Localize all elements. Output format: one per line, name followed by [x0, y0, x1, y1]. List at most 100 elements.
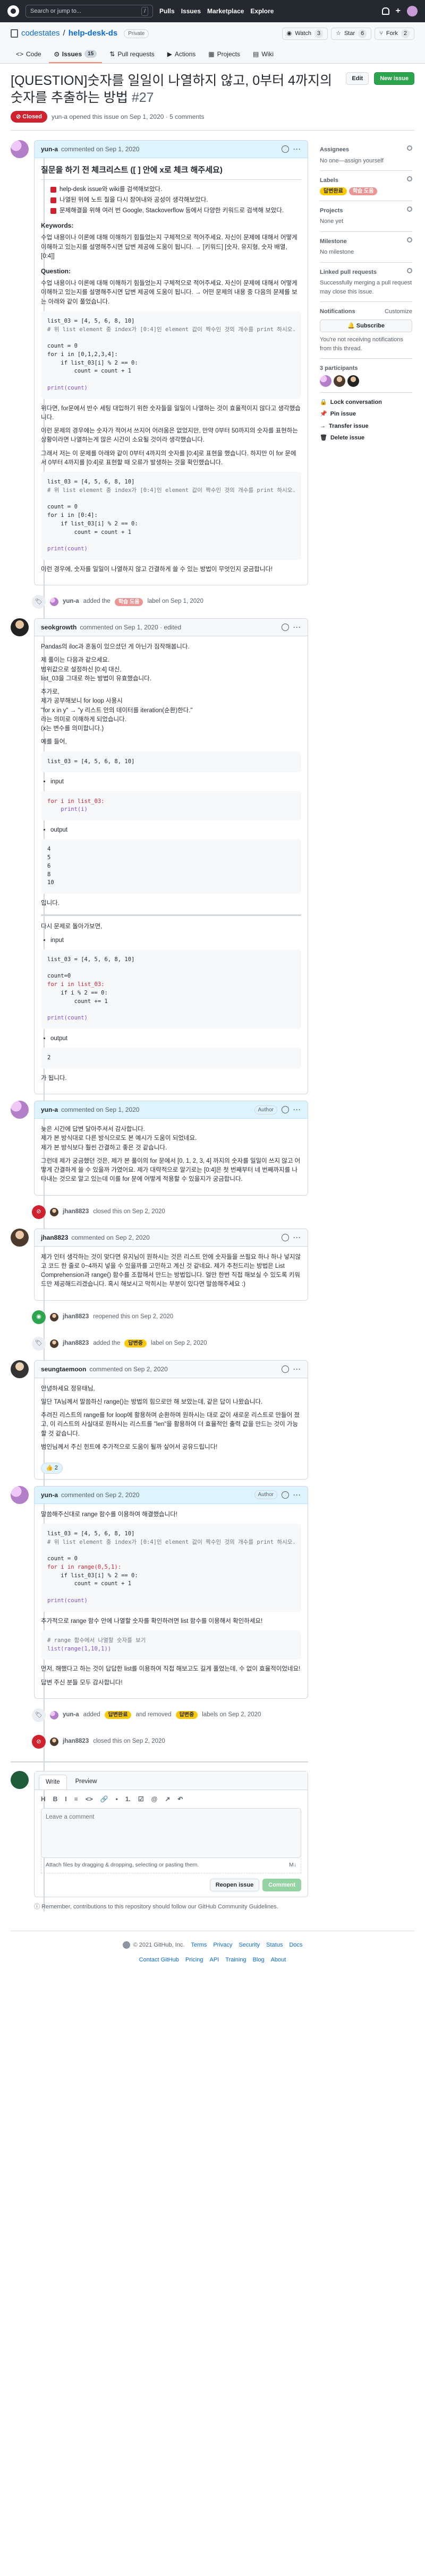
tab-write[interactable]: Write	[39, 1774, 67, 1790]
fork-button[interactable]: ⑂ Fork 2	[375, 28, 414, 40]
event-actor[interactable]: jhan8823	[63, 1207, 89, 1216]
smiley-icon[interactable]	[282, 1491, 289, 1499]
lock-conversation-link[interactable]: 🔒 Lock conversation	[320, 398, 412, 407]
nav-pulls[interactable]: Pulls	[159, 6, 175, 16]
comment-author[interactable]: seungtaemoon	[41, 1364, 86, 1374]
kebab-menu-icon[interactable]: ···	[293, 1233, 301, 1242]
comment-author[interactable]: yun-a	[41, 1105, 58, 1114]
notification-bell-icon[interactable]	[381, 7, 389, 15]
comment-author[interactable]: seokgrowth	[41, 623, 76, 632]
transfer-issue-link[interactable]: → Transfer issue	[320, 422, 412, 431]
tab-wiki[interactable]: ▤ Wiki	[248, 46, 279, 63]
avatar[interactable]	[320, 375, 332, 387]
smiley-icon[interactable]	[282, 145, 289, 153]
event-actor[interactable]: jhan8823	[63, 1737, 89, 1746]
avatar[interactable]	[11, 1485, 29, 1504]
smiley-icon[interactable]	[282, 1365, 289, 1373]
sidebar-assignees[interactable]: Assignees No one—assign yourself	[320, 140, 412, 171]
footer-link[interactable]: API	[209, 1956, 219, 1965]
thumbs-up-reaction[interactable]: 👍 2	[41, 1463, 63, 1474]
github-logo-icon[interactable]	[7, 5, 19, 17]
avatar[interactable]	[50, 1737, 58, 1746]
label-badge[interactable]: 학습 도움	[114, 598, 143, 606]
avatar[interactable]	[11, 618, 29, 636]
checkbox[interactable]	[50, 208, 56, 214]
avatar[interactable]	[50, 1207, 58, 1216]
heading-icon[interactable]: H	[41, 1794, 46, 1804]
checkbox[interactable]	[50, 197, 56, 203]
avatar[interactable]	[334, 375, 345, 387]
kebab-menu-icon[interactable]: ···	[293, 144, 301, 154]
italic-icon[interactable]: I	[65, 1794, 66, 1804]
kebab-menu-icon[interactable]: ···	[293, 1490, 301, 1500]
avatar[interactable]	[11, 140, 29, 158]
smiley-icon[interactable]	[282, 624, 289, 631]
tab-code[interactable]: <> Code	[11, 46, 47, 63]
pin-issue-link[interactable]: 📌 Pin issue	[320, 410, 412, 419]
tab-preview[interactable]: Preview	[69, 1775, 104, 1790]
kebab-menu-icon[interactable]: ···	[293, 1364, 301, 1374]
code-icon[interactable]: <>	[86, 1794, 93, 1804]
new-issue-button[interactable]: New issue	[374, 72, 414, 85]
edit-button[interactable]: Edit	[346, 72, 369, 85]
repo-owner-link[interactable]: codestates	[21, 28, 60, 40]
tab-pull-requests[interactable]: ⇅ Pull requests	[104, 46, 159, 63]
repo-name-link[interactable]: help-desk-ds	[69, 28, 118, 40]
comment-author[interactable]: yun-a	[41, 1490, 58, 1500]
label-badge[interactable]: 답변완료	[104, 1711, 132, 1719]
label-badge[interactable]: 답변중	[175, 1711, 198, 1719]
avatar[interactable]	[50, 1339, 58, 1348]
avatar[interactable]	[347, 375, 359, 387]
comment-author[interactable]: yun-a	[41, 144, 58, 154]
bold-icon[interactable]: B	[53, 1794, 58, 1804]
footer-link[interactable]: Blog	[253, 1956, 265, 1965]
gear-icon[interactable]	[407, 176, 412, 181]
footer-link[interactable]: Security	[239, 1941, 260, 1950]
event-actor[interactable]: jhan8823	[63, 1339, 89, 1348]
avatar[interactable]	[50, 1312, 58, 1321]
delete-issue-link[interactable]: 🗑 Delete issue	[320, 434, 412, 443]
mention-icon[interactable]: @	[151, 1794, 158, 1804]
avatar[interactable]	[11, 1770, 29, 1789]
sidebar-labels[interactable]: Labels 답변완료 학습 도움	[320, 171, 412, 201]
gear-icon[interactable]	[407, 145, 412, 151]
event-actor[interactable]: jhan8823	[63, 1312, 89, 1321]
tab-projects[interactable]: ▦ Projects	[203, 46, 245, 63]
comment-author[interactable]: jhan8823	[41, 1233, 68, 1242]
reference-icon[interactable]: ↗	[165, 1794, 170, 1804]
comment-textarea[interactable]: Leave a comment	[41, 1808, 301, 1858]
user-avatar[interactable]	[407, 6, 418, 16]
label-badge[interactable]: 학습 도움	[348, 187, 378, 195]
footer-link[interactable]: Contact GitHub	[139, 1956, 179, 1965]
gear-icon[interactable]	[407, 237, 412, 243]
avatar[interactable]	[50, 1710, 58, 1719]
footer-link[interactable]: Training	[225, 1956, 246, 1965]
watch-button[interactable]: ◉ Watch 3	[282, 28, 328, 40]
avatar[interactable]	[11, 1101, 29, 1119]
reply-icon[interactable]: ↶	[177, 1794, 183, 1804]
sidebar-projects[interactable]: Projects None yet	[320, 201, 412, 232]
attach-files-area[interactable]: Attach files by dragging & dropping, sel…	[41, 1858, 301, 1873]
quote-icon[interactable]: ≡	[74, 1794, 78, 1804]
bullet-list-icon[interactable]: •	[116, 1794, 118, 1804]
event-actor[interactable]: yun-a	[63, 1710, 79, 1719]
event-actor[interactable]: yun-a	[63, 597, 79, 606]
smiley-icon[interactable]	[282, 1106, 289, 1113]
reopen-issue-button[interactable]: Reopen issue	[209, 1878, 260, 1892]
footer-link[interactable]: Docs	[289, 1941, 302, 1950]
nav-issues[interactable]: Issues	[181, 6, 201, 16]
task-list-icon[interactable]: ☑	[138, 1794, 144, 1804]
gear-icon[interactable]	[407, 267, 412, 273]
gear-icon[interactable]	[407, 206, 412, 212]
checkbox[interactable]	[50, 186, 56, 193]
nav-explore[interactable]: Explore	[250, 6, 274, 16]
avatar[interactable]	[11, 1228, 29, 1247]
label-badge[interactable]: 답변중	[124, 1339, 147, 1347]
star-button[interactable]: ☆ Star 6	[331, 28, 372, 40]
avatar[interactable]	[11, 1360, 29, 1378]
search-input[interactable]: Search or jump to... /	[26, 5, 153, 18]
smiley-icon[interactable]	[282, 1233, 289, 1241]
kebab-menu-icon[interactable]: ···	[293, 1105, 301, 1114]
subscribe-button[interactable]: 🔔 Subscribe	[320, 319, 412, 332]
footer-link[interactable]: Terms	[191, 1941, 207, 1950]
